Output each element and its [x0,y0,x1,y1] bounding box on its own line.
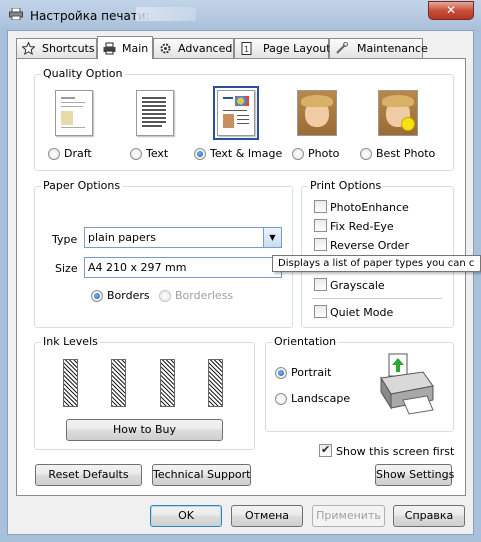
portrait-radio[interactable] [275,367,287,379]
star-icon [22,42,35,55]
wrench-icon [336,42,348,54]
paper-type-value: plain papers [88,231,157,244]
borders-radio[interactable] [91,290,103,302]
close-icon: ✕ [445,3,457,17]
borders-label[interactable]: Borders [107,289,150,302]
show-settings-button[interactable]: Show Settings [375,464,454,486]
tab-advanced[interactable]: Advanced [153,38,234,58]
grayscale-checkbox[interactable] [314,278,327,291]
text-radio[interactable] [130,148,142,160]
photoenhance-label[interactable]: PhotoEnhance [330,201,409,214]
ink-cartridge-4 [208,359,223,407]
quiet-mode-checkbox[interactable] [314,305,327,318]
gear-icon [160,43,171,54]
tab-shortcuts[interactable]: Shortcuts [16,38,97,58]
paper-type-label: Type [52,233,78,246]
best-photo-label[interactable]: Best Photo [376,147,435,160]
reverse-order-label[interactable]: Reverse Order [330,239,409,252]
print-options-title: Print Options [308,179,384,192]
print-settings-window: Настройка печати: ✕ Shortcuts Main Advan… [0,0,481,542]
title-device-name [136,7,196,21]
cancel-button[interactable]: Отмена [231,505,303,527]
reset-defaults-button[interactable]: Reset Defaults [35,464,142,486]
tab-page-layout[interactable]: 1 Page Layout [234,38,331,58]
tab-shortcuts-label: Shortcuts [42,42,95,55]
tab-main[interactable]: Main [97,36,153,59]
ink-levels-title: Ink Levels [41,335,100,348]
portrait-label[interactable]: Portrait [291,366,331,379]
draft-label[interactable]: Draft [64,147,92,160]
grayscale-label[interactable]: Grayscale [330,279,385,292]
show-screen-first-checkbox[interactable] [319,443,332,457]
tab-main-label: Main [122,42,149,55]
printer-icon [9,8,23,20]
paper-type-select[interactable]: plain papers ▼ [84,227,282,248]
paper-type-tooltip: Displays a list of paper types you can c [272,255,481,272]
orientation-title: Orientation [272,335,339,348]
show-screen-first-label[interactable]: Show this screen first [336,445,454,458]
quality-option-title: Quality Option [41,67,125,80]
photoenhance-checkbox[interactable] [314,200,327,213]
svg-text:1: 1 [244,45,249,54]
landscape-radio[interactable] [275,393,287,405]
ink-cartridge-3 [160,359,175,407]
draft-radio[interactable] [48,148,60,160]
technical-support-button[interactable]: Technical Support [152,464,251,486]
paper-size-select[interactable]: A4 210 x 297 mm [84,257,282,278]
printer-icon [103,42,116,55]
tab-maintenance-label: Maintenance [357,42,428,55]
ok-button[interactable]: OK [150,505,222,527]
best-photo-radio[interactable] [360,148,372,160]
ink-cartridge-1 [63,359,78,407]
text-image[interactable] [136,90,174,136]
fix-red-eye-checkbox[interactable] [314,219,327,232]
page-icon: 1 [241,42,252,55]
fix-red-eye-label[interactable]: Fix Red-Eye [330,220,394,233]
tab-maintenance[interactable]: Maintenance [329,38,428,58]
tab-advanced-label: Advanced [178,42,233,55]
photo-radio[interactable] [292,148,304,160]
text-and-image-label[interactable]: Text & Image [210,147,282,160]
text-label[interactable]: Text [146,147,168,160]
paper-size-value: A4 210 x 297 mm [88,261,187,274]
window-title: Настройка печати: [30,9,150,23]
reverse-order-checkbox[interactable] [314,238,327,251]
photo-image[interactable] [297,90,337,136]
print-options-divider [312,298,442,299]
title-bar[interactable]: Настройка печати: ✕ [0,0,481,30]
best-photo-image[interactable] [378,90,418,136]
how-to-buy-button[interactable]: How to Buy [66,419,223,441]
printer-orientation-icon [380,353,434,415]
landscape-label[interactable]: Landscape [291,392,350,405]
tab-page-layout-label: Page Layout [263,42,331,55]
borderless-label[interactable]: Borderless [175,289,233,302]
ink-cartridge-2 [111,359,126,407]
apply-button[interactable]: Применить [312,505,385,527]
close-button[interactable]: ✕ [428,1,474,20]
help-button[interactable]: Справка [393,505,465,527]
photo-label[interactable]: Photo [308,147,339,160]
text-and-image-image[interactable] [213,86,259,140]
chevron-down-icon[interactable]: ▼ [263,228,281,247]
text-and-image-radio[interactable] [194,148,206,160]
quiet-mode-label[interactable]: Quiet Mode [330,306,393,319]
paper-options-title: Paper Options [41,179,123,192]
paper-size-label: Size [55,262,78,275]
draft-image[interactable] [55,90,93,136]
borderless-radio[interactable] [159,290,171,302]
